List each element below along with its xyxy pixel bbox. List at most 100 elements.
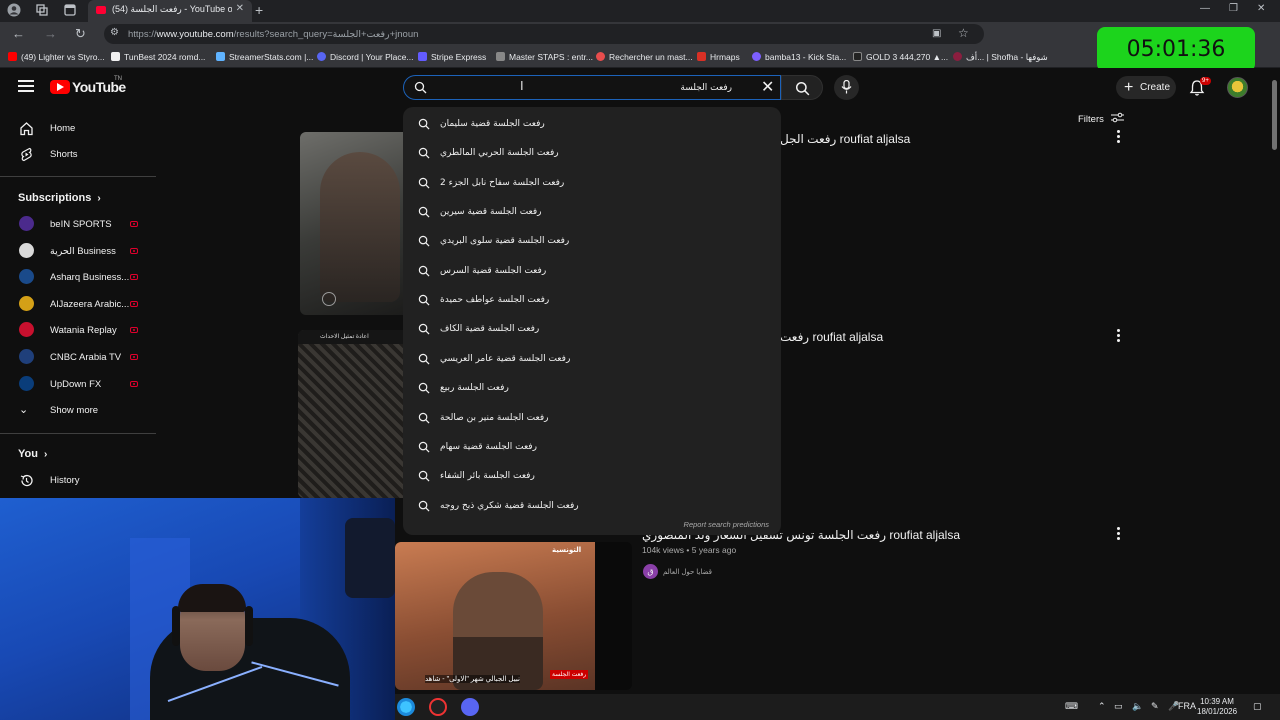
search-icon bbox=[418, 294, 430, 306]
browser-tab-bar: (54) رفعت الجلسة - YouTube oun ✕ + — ❐ ✕ bbox=[0, 0, 1280, 22]
search-input[interactable] bbox=[432, 79, 732, 97]
search-suggestion-item[interactable]: رفعت الجلسة قضية شكري ذبح روجه bbox=[403, 491, 781, 520]
clear-search-icon[interactable]: ✕ bbox=[761, 79, 774, 97]
url-field[interactable]: ⚙ https://www.youtube.com/results?search… bbox=[104, 24, 984, 44]
channel-name[interactable]: قضايا حول العالم bbox=[663, 568, 712, 576]
back-icon[interactable]: ← bbox=[12, 26, 25, 41]
discord-app-icon[interactable] bbox=[461, 698, 479, 716]
bookmark-item[interactable]: Master STAPS : entr... bbox=[496, 52, 593, 62]
video-title[interactable]: رفعت roufiat aljalsa bbox=[780, 330, 883, 344]
search-suggestion-item[interactable]: رفعت الجلسة منير بن صالحة bbox=[403, 403, 781, 432]
url-text: https://www.youtube.com/results?search_q… bbox=[128, 29, 419, 40]
reload-icon[interactable]: ↻ bbox=[75, 26, 86, 42]
video-thumbnail[interactable]: التونسية نبيل الجبالي شهر "الاولى" - شاه… bbox=[395, 542, 632, 690]
voice-search-button[interactable] bbox=[834, 75, 859, 100]
pen-icon[interactable]: ✎ bbox=[1151, 701, 1159, 712]
search-suggestion-item[interactable]: رفعت الجلسة ربيع bbox=[403, 373, 781, 402]
search-suggestion-item[interactable]: رفعت الجلسة قضية السرس bbox=[403, 256, 781, 285]
bookmark-star-icon[interactable]: ☆ bbox=[958, 26, 969, 40]
create-button[interactable]: + Create bbox=[1116, 76, 1176, 99]
suggestion-text: رفعت الجلسة بائر الشفاء bbox=[440, 471, 535, 482]
minimize-icon[interactable]: — bbox=[1200, 3, 1210, 14]
search-suggestion-item[interactable]: رفعت الجلسة الحربي المالطري bbox=[403, 138, 781, 167]
network-icon[interactable]: ▭ bbox=[1114, 701, 1123, 712]
sidebar-item-subscription[interactable]: beIN SPORTS bbox=[0, 211, 156, 237]
sidebar-item-shorts[interactable]: Shorts bbox=[0, 141, 156, 167]
edge-browser-icon[interactable] bbox=[397, 698, 415, 716]
search-suggestion-item[interactable]: رفعت الجلسة قضية الكاف bbox=[403, 314, 781, 343]
search-icon bbox=[795, 81, 810, 96]
language-indicator[interactable]: FRA bbox=[1178, 701, 1196, 711]
search-suggestion-item[interactable]: رفعت الجلسة قضية سيرين bbox=[403, 197, 781, 226]
bookmark-item[interactable]: Rechercher un mast... bbox=[596, 52, 693, 62]
install-app-icon[interactable]: ▣ bbox=[932, 28, 941, 39]
channel-avatar[interactable]: ق bbox=[643, 564, 658, 579]
more-actions-icon[interactable] bbox=[1117, 130, 1120, 145]
bookmark-item[interactable]: Stripe Express bbox=[418, 52, 486, 62]
sidebar-item-subscription[interactable]: Asharq Business... bbox=[0, 264, 156, 290]
live-indicator-icon bbox=[130, 381, 138, 387]
search-suggestion-item[interactable]: رفعت الجلسة سفاح نابل الجزء 2 bbox=[403, 168, 781, 197]
tab-search-icon[interactable] bbox=[62, 3, 78, 19]
profile-icon[interactable] bbox=[6, 3, 22, 19]
video-title[interactable]: رفعت الجل roufiat aljalsa bbox=[780, 132, 910, 146]
account-avatar[interactable] bbox=[1227, 77, 1248, 98]
search-suggestion-item[interactable]: رفعت الجلسة قضية سهام bbox=[403, 432, 781, 461]
bookmark-item[interactable]: (49) Lighter vs Styro... bbox=[8, 52, 105, 62]
volume-icon[interactable]: 🔈 bbox=[1132, 701, 1143, 712]
report-predictions-link[interactable]: Report search predictions bbox=[684, 520, 769, 529]
text-cursor-icon: I bbox=[520, 78, 524, 93]
sidebar-item-subscription[interactable]: AlJazeera Arabic... bbox=[0, 291, 156, 317]
filters-button[interactable]: Filters bbox=[1078, 112, 1124, 125]
sidebar-item-subscription[interactable]: Watania Replay bbox=[0, 317, 156, 343]
site-info-icon[interactable]: ⚙ bbox=[110, 27, 119, 38]
channel-avatar bbox=[19, 349, 34, 364]
search-suggestion-item[interactable]: رفعت الجلسة قضية سليمان bbox=[403, 109, 781, 138]
bookmark-item[interactable]: TunBest 2024 romd... bbox=[111, 52, 205, 62]
bookmark-item[interactable]: GOLD 3 444,270 ▲... bbox=[853, 52, 948, 62]
more-actions-icon[interactable] bbox=[1117, 527, 1120, 542]
tab-title: (54) رفعت الجلسة - YouTube oun bbox=[112, 4, 232, 14]
sidebar-show-more[interactable]: ⌄ Show more bbox=[0, 397, 156, 423]
more-actions-icon[interactable] bbox=[1117, 329, 1120, 344]
search-button[interactable] bbox=[781, 75, 823, 100]
bookmark-item[interactable]: bamba13 - Kick Sta... bbox=[752, 52, 846, 62]
search-suggestion-item[interactable]: رفعت الجلسة عواطف حميدة bbox=[403, 285, 781, 314]
bookmark-item[interactable]: Hrmaps bbox=[697, 52, 740, 62]
chevron-right-icon: › bbox=[97, 193, 101, 204]
search-box[interactable]: ✕ bbox=[403, 75, 781, 100]
page-scrollbar[interactable] bbox=[1270, 68, 1280, 694]
bookmark-item[interactable]: Discord | Your Place... bbox=[317, 52, 413, 62]
scroll-thumb[interactable] bbox=[1272, 80, 1277, 150]
notification-center-icon[interactable]: ▢ bbox=[1253, 701, 1262, 712]
bookmark-item[interactable]: أف... | Shofha - شوفها bbox=[953, 52, 1048, 63]
bookmark-item[interactable]: StreamerStats.com |... bbox=[216, 52, 313, 62]
taskbar-clock[interactable]: 10:39 AM 18/01/2026 bbox=[1197, 697, 1237, 717]
window-close-icon[interactable]: ✕ bbox=[1257, 3, 1265, 14]
you-heading[interactable]: You › bbox=[18, 448, 47, 460]
extensions-tab-icon[interactable] bbox=[34, 3, 50, 19]
sidebar-item-subscription[interactable]: UpDown FX bbox=[0, 371, 156, 397]
plus-icon: + bbox=[1124, 79, 1134, 96]
subscriptions-heading[interactable]: Subscriptions › bbox=[18, 192, 101, 204]
sidebar-item-home[interactable]: Home bbox=[0, 115, 156, 141]
sidebar-item-subscription[interactable]: CNBC Arabia TV bbox=[0, 344, 156, 370]
sidebar-item-history[interactable]: History bbox=[0, 467, 156, 493]
new-tab-icon[interactable]: + bbox=[255, 2, 263, 18]
video-thumbnail[interactable]: اعادة تمثيل الاحداث bbox=[298, 330, 415, 498]
recording-app-icon[interactable] bbox=[429, 698, 447, 716]
keyboard-layout-icon[interactable]: ⌨ bbox=[1065, 701, 1078, 712]
maximize-icon[interactable]: ❐ bbox=[1229, 3, 1238, 14]
show-hidden-icons-icon[interactable]: ⌃ bbox=[1098, 701, 1106, 712]
video-thumbnail[interactable] bbox=[300, 132, 415, 315]
hamburger-menu-icon[interactable] bbox=[18, 80, 34, 94]
tab-youtube-results[interactable]: (54) رفعت الجلسة - YouTube oun ✕ bbox=[88, 0, 252, 22]
search-suggestion-item[interactable]: رفعت الجلسة قضية سلوى البريدي bbox=[403, 226, 781, 255]
forward-icon[interactable]: → bbox=[44, 26, 57, 41]
sidebar-item-subscription[interactable]: الحرية Business bbox=[0, 238, 156, 264]
search-suggestion-item[interactable]: رفعت الجلسة بائر الشفاء bbox=[403, 461, 781, 490]
search-suggestions-dropdown: رفعت الجلسة قضية سليمان رفعت الجلسة الحرب… bbox=[403, 107, 781, 535]
channel-avatar bbox=[19, 376, 34, 391]
tab-close-icon[interactable]: ✕ bbox=[236, 3, 244, 14]
search-suggestion-item[interactable]: رفعت الجلسة قضية عامر العريسي bbox=[403, 344, 781, 373]
